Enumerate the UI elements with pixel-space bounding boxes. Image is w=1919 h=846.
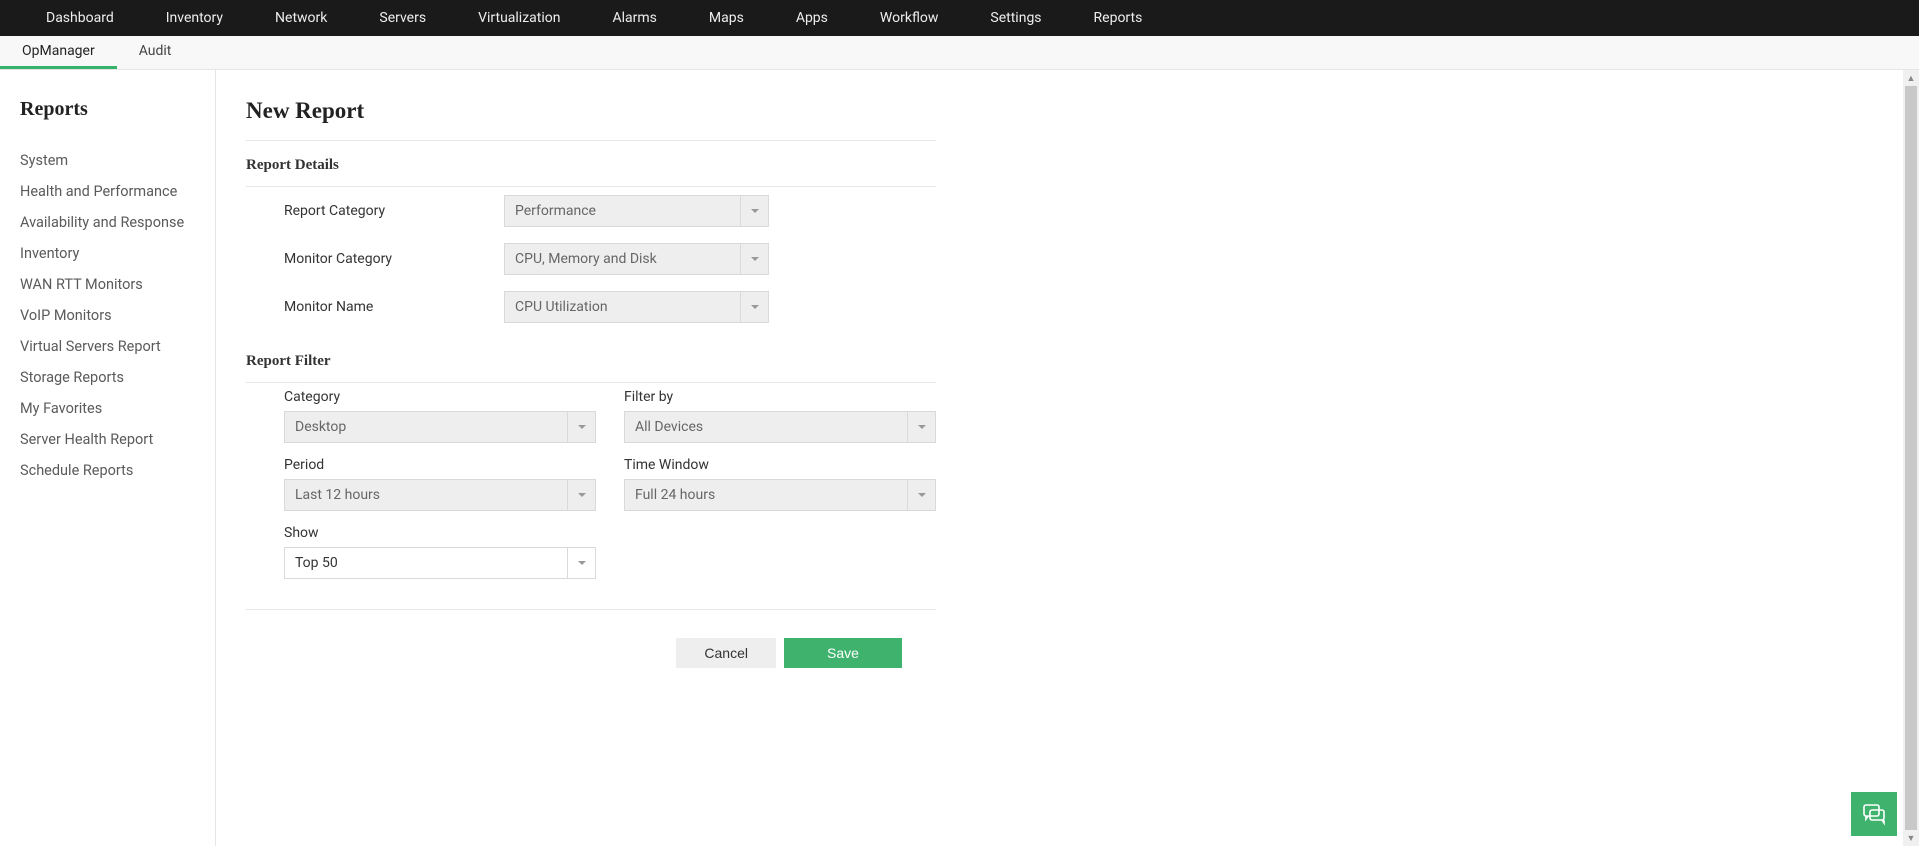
chevron-down-icon bbox=[751, 257, 759, 261]
topnav-inventory[interactable]: Inventory bbox=[140, 0, 249, 36]
select-monitor-name-toggle[interactable] bbox=[740, 292, 768, 322]
label-monitor-category: Monitor Category bbox=[284, 251, 504, 267]
cancel-button[interactable]: Cancel bbox=[676, 638, 776, 668]
label-category: Category bbox=[284, 389, 596, 405]
chat-button[interactable] bbox=[1851, 792, 1897, 836]
subnav: OpManager Audit bbox=[0, 36, 1919, 70]
select-monitor-category-value: CPU, Memory and Disk bbox=[505, 244, 740, 274]
select-category-value: Desktop bbox=[285, 412, 567, 442]
chevron-down-icon bbox=[578, 425, 586, 429]
select-period-value: Last 12 hours bbox=[285, 480, 567, 510]
sidebar-item-health-performance[interactable]: Health and Performance bbox=[20, 176, 195, 207]
topnav-reports[interactable]: Reports bbox=[1068, 0, 1169, 36]
chevron-down-icon bbox=[751, 305, 759, 309]
select-time-window[interactable]: Full 24 hours bbox=[624, 479, 936, 511]
topnav-maps[interactable]: Maps bbox=[683, 0, 770, 36]
topnav: Dashboard Inventory Network Servers Virt… bbox=[0, 0, 1919, 36]
save-button[interactable]: Save bbox=[784, 638, 902, 668]
chevron-down-icon bbox=[578, 561, 586, 565]
select-time-window-toggle[interactable] bbox=[907, 480, 935, 510]
scroll-down-icon[interactable]: ▼ bbox=[1903, 830, 1919, 846]
select-report-category-value: Performance bbox=[505, 196, 740, 226]
select-show-value: Top 50 bbox=[285, 548, 567, 578]
sidebar-title: Reports bbox=[20, 98, 195, 121]
select-report-category-toggle[interactable] bbox=[740, 196, 768, 226]
sidebar-item-availability-response[interactable]: Availability and Response bbox=[20, 207, 195, 238]
subnav-opmanager[interactable]: OpManager bbox=[0, 36, 117, 69]
label-time-window: Time Window bbox=[624, 457, 936, 473]
chat-icon bbox=[1861, 802, 1887, 826]
select-filter-by-value: All Devices bbox=[625, 412, 907, 442]
select-show[interactable]: Top 50 bbox=[284, 547, 596, 579]
subnav-audit[interactable]: Audit bbox=[117, 36, 194, 69]
select-category-toggle[interactable] bbox=[567, 412, 595, 442]
label-period: Period bbox=[284, 457, 596, 473]
chevron-down-icon bbox=[578, 493, 586, 497]
sidebar: Reports System Health and Performance Av… bbox=[0, 70, 216, 846]
select-monitor-name-value: CPU Utilization bbox=[505, 292, 740, 322]
select-show-toggle[interactable] bbox=[567, 548, 595, 578]
topnav-virtualization[interactable]: Virtualization bbox=[452, 0, 586, 36]
scrollbar[interactable]: ▲ ▼ bbox=[1903, 70, 1919, 846]
sidebar-item-server-health[interactable]: Server Health Report bbox=[20, 424, 195, 455]
select-monitor-category-toggle[interactable] bbox=[740, 244, 768, 274]
scroll-thumb[interactable] bbox=[1905, 86, 1917, 830]
sidebar-item-schedule-reports[interactable]: Schedule Reports bbox=[20, 455, 195, 486]
page-title: New Report bbox=[246, 98, 1889, 140]
label-monitor-name: Monitor Name bbox=[284, 299, 504, 315]
select-monitor-category[interactable]: CPU, Memory and Disk bbox=[504, 243, 769, 275]
sidebar-item-inventory[interactable]: Inventory bbox=[20, 238, 195, 269]
label-show: Show bbox=[284, 525, 596, 541]
select-report-category[interactable]: Performance bbox=[504, 195, 769, 227]
label-report-category: Report Category bbox=[284, 203, 504, 219]
select-period-toggle[interactable] bbox=[567, 480, 595, 510]
main-content: New Report Report Details Report Categor… bbox=[216, 70, 1919, 846]
topnav-apps[interactable]: Apps bbox=[770, 0, 854, 36]
topnav-servers[interactable]: Servers bbox=[353, 0, 452, 36]
select-time-window-value: Full 24 hours bbox=[625, 480, 907, 510]
topnav-settings[interactable]: Settings bbox=[964, 0, 1067, 36]
chevron-down-icon bbox=[751, 209, 759, 213]
topnav-alarms[interactable]: Alarms bbox=[586, 0, 682, 36]
select-monitor-name[interactable]: CPU Utilization bbox=[504, 291, 769, 323]
section-title-filter: Report Filter bbox=[246, 331, 936, 382]
topnav-dashboard[interactable]: Dashboard bbox=[20, 0, 140, 36]
sidebar-item-storage-reports[interactable]: Storage Reports bbox=[20, 362, 195, 393]
select-filter-by[interactable]: All Devices bbox=[624, 411, 936, 443]
select-category[interactable]: Desktop bbox=[284, 411, 596, 443]
chevron-down-icon bbox=[918, 425, 926, 429]
sidebar-item-wan-rtt[interactable]: WAN RTT Monitors bbox=[20, 269, 195, 300]
topnav-network[interactable]: Network bbox=[249, 0, 353, 36]
sidebar-item-system[interactable]: System bbox=[20, 145, 195, 176]
label-filter-by: Filter by bbox=[624, 389, 936, 405]
topnav-workflow[interactable]: Workflow bbox=[854, 0, 965, 36]
chevron-down-icon bbox=[918, 493, 926, 497]
scroll-up-icon[interactable]: ▲ bbox=[1903, 70, 1919, 86]
sidebar-item-my-favorites[interactable]: My Favorites bbox=[20, 393, 195, 424]
sidebar-item-voip[interactable]: VoIP Monitors bbox=[20, 300, 195, 331]
section-title-details: Report Details bbox=[246, 141, 936, 186]
select-period[interactable]: Last 12 hours bbox=[284, 479, 596, 511]
sidebar-item-virtual-servers[interactable]: Virtual Servers Report bbox=[20, 331, 195, 362]
select-filter-by-toggle[interactable] bbox=[907, 412, 935, 442]
